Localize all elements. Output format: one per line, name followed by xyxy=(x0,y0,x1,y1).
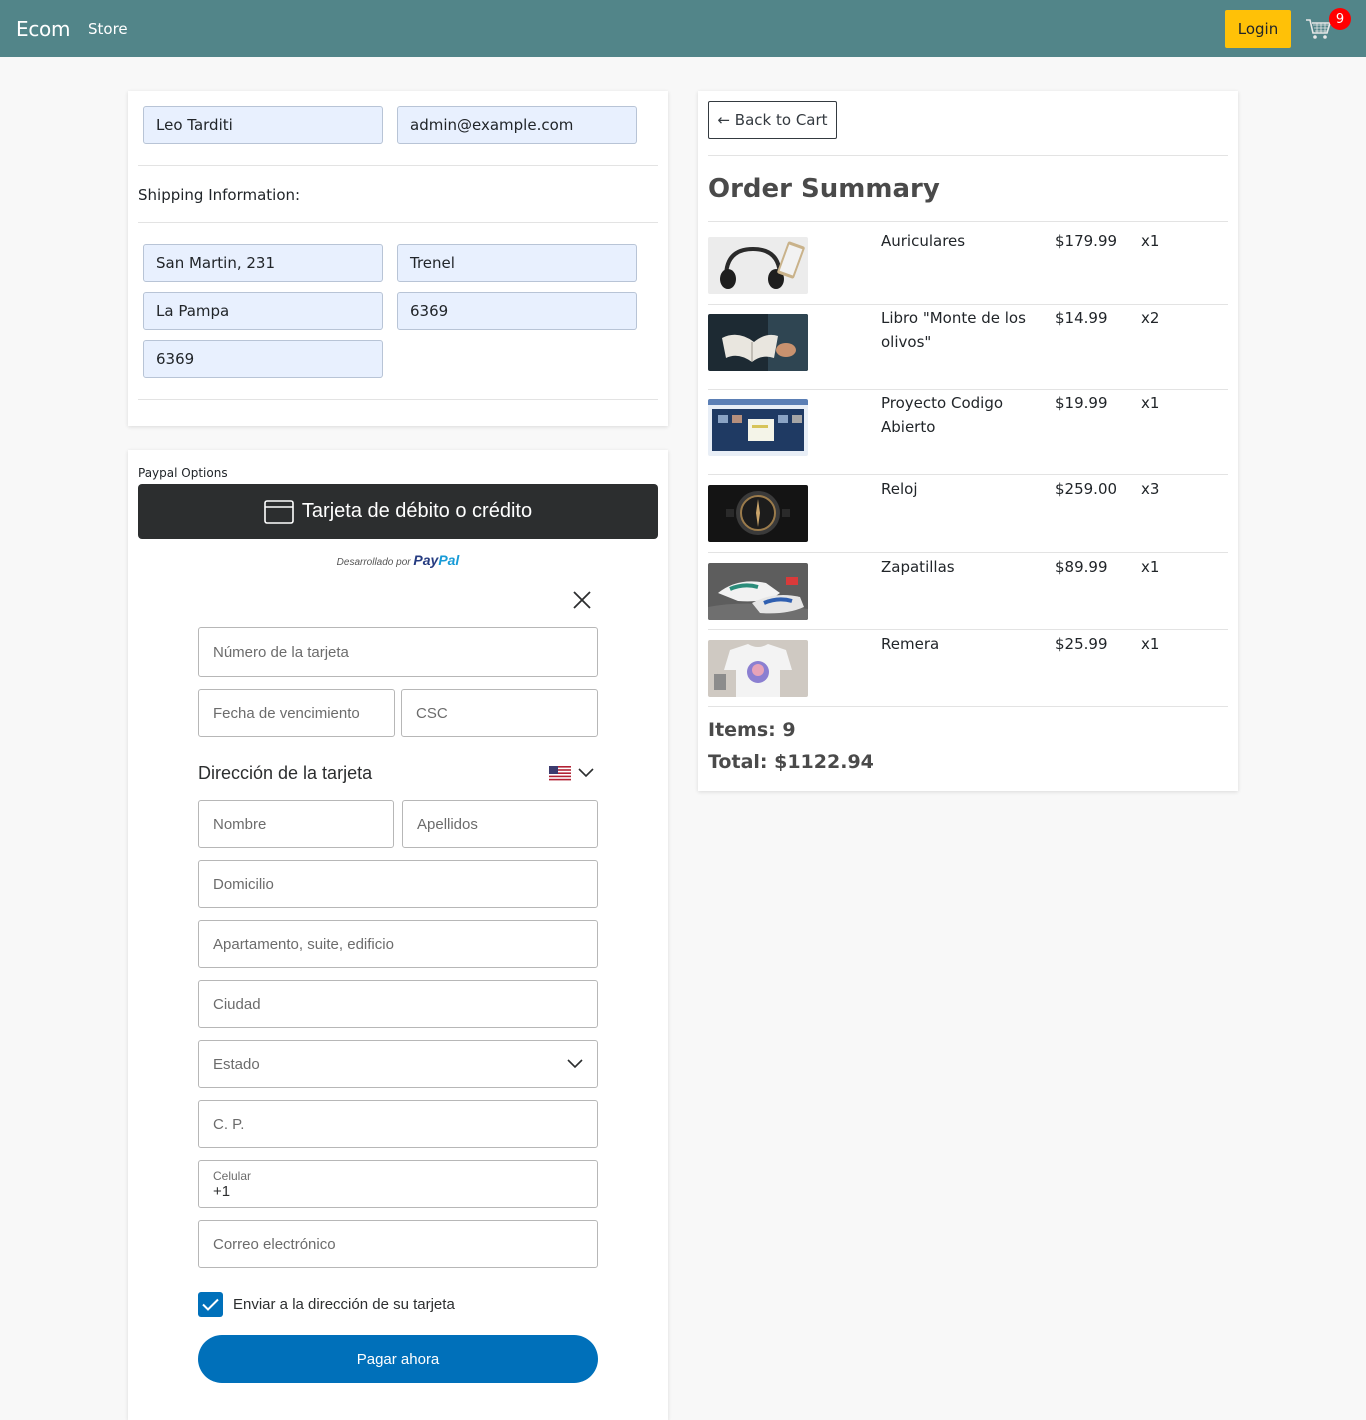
credit-card-icon xyxy=(264,499,294,524)
order-summary-title: Order Summary xyxy=(708,174,940,204)
paypal-options-label: Paypal Options xyxy=(138,466,228,480)
street-address-input[interactable]: Domicilio xyxy=(198,860,598,908)
paypal-card: Paypal Options Tarjeta de débito o crédi… xyxy=(128,450,668,1420)
back-to-cart-button[interactable]: ← Back to Cart xyxy=(708,101,837,139)
item-quantity: x3 xyxy=(1141,480,1160,498)
nav-store-link[interactable]: Store xyxy=(88,20,128,38)
shipping-info-label: Shipping Information: xyxy=(138,186,301,204)
first-name-input[interactable]: Nombre xyxy=(198,800,394,848)
ship-to-card-checkbox[interactable] xyxy=(198,1292,223,1317)
phone-value: +1 xyxy=(213,1183,231,1200)
powered-by-text: Desarrollado por xyxy=(336,557,411,568)
debit-credit-card-button[interactable]: Tarjeta de débito o crédito xyxy=(138,484,658,539)
chevron-down-icon xyxy=(567,1059,583,1069)
item-quantity: x1 xyxy=(1141,635,1160,653)
city-field[interactable]: Trenel xyxy=(397,244,637,282)
expiry-input[interactable]: Fecha de vencimiento xyxy=(198,689,395,737)
divider xyxy=(138,399,658,400)
csc-input[interactable]: CSC xyxy=(401,689,598,737)
list-item: Reloj $259.00 x3 xyxy=(708,480,1228,545)
card-button-label: Tarjeta de débito o crédito xyxy=(301,500,533,522)
list-item: Remera $25.99 x1 xyxy=(708,635,1228,700)
name-field[interactable]: Leo Tarditi xyxy=(143,106,383,144)
list-item: Auriculares $179.99 x1 xyxy=(708,232,1228,297)
item-quantity: x1 xyxy=(1141,232,1160,250)
item-price: $25.99 xyxy=(1055,635,1108,653)
item-name: Proyecto Codigo Abierto xyxy=(881,394,1004,436)
divider xyxy=(708,629,1228,630)
postal-code-input[interactable]: C. P. xyxy=(198,1100,598,1148)
divider xyxy=(708,304,1228,305)
item-price: $89.99 xyxy=(1055,558,1108,576)
country-field[interactable]: 6369 xyxy=(143,340,383,378)
sneakers-image xyxy=(708,563,808,620)
divider xyxy=(708,706,1228,707)
powered-by-paypal: Desarrollado por PayPal xyxy=(128,552,668,568)
email-input[interactable]: Correo electrónico xyxy=(198,1220,598,1268)
phone-label: Celular xyxy=(213,1169,252,1183)
headphones-image xyxy=(708,237,808,294)
state-select[interactable]: Estado xyxy=(198,1040,598,1088)
divider xyxy=(708,389,1228,390)
login-button[interactable]: Login xyxy=(1225,10,1291,48)
apartment-input[interactable]: Apartamento, suite, edificio xyxy=(198,920,598,968)
divider xyxy=(708,155,1228,156)
brand-link[interactable]: Ecom xyxy=(16,17,70,41)
checkmark-icon xyxy=(202,1298,219,1311)
address-field[interactable]: San Martin, 231 xyxy=(143,244,383,282)
item-name: Zapatillas xyxy=(881,558,955,576)
navbar: Ecom Store Login 9 xyxy=(0,0,1366,57)
book-image xyxy=(708,314,808,371)
order-summary-card: ← Back to Cart Order Summary Auriculares… xyxy=(698,91,1238,791)
email-field[interactable]: admin@example.com xyxy=(397,106,637,144)
item-price: $14.99 xyxy=(1055,309,1108,327)
divider xyxy=(138,222,658,223)
state-field[interactable]: La Pampa xyxy=(143,292,383,330)
cart-count-badge: 9 xyxy=(1329,8,1351,30)
zipcode-field[interactable]: 6369 xyxy=(397,292,637,330)
close-icon[interactable] xyxy=(572,590,592,610)
items-count: Items: 9 xyxy=(708,719,796,741)
last-name-input[interactable]: Apellidos xyxy=(402,800,598,848)
user-info-card: Leo Tarditi admin@example.com Shipping I… xyxy=(128,91,668,426)
divider xyxy=(138,165,658,166)
cart-icon[interactable] xyxy=(1305,18,1331,40)
paypal-logo-pay: Pay xyxy=(413,552,439,568)
pay-now-button[interactable]: Pagar ahora xyxy=(198,1335,598,1383)
ship-to-card-label: Enviar a la dirección de su tarjeta xyxy=(233,1296,455,1313)
paypal-logo: PayPal xyxy=(413,552,459,568)
state-select-value: Estado xyxy=(213,1055,260,1073)
watch-image xyxy=(708,485,808,542)
item-name: Reloj xyxy=(881,480,918,498)
divider xyxy=(708,474,1228,475)
item-price: $259.00 xyxy=(1055,480,1118,498)
billing-address-title: Dirección de la tarjeta xyxy=(198,763,373,783)
us-flag-icon[interactable] xyxy=(549,766,571,781)
open-source-project-image xyxy=(708,399,808,456)
list-item: Libro "Monte de los olivos" $14.99 x2 xyxy=(708,309,1228,374)
divider xyxy=(708,221,1228,222)
item-name: Auriculares xyxy=(881,232,966,250)
item-name: Libro "Monte de los olivos" xyxy=(881,309,1026,351)
chevron-down-icon[interactable] xyxy=(578,768,594,778)
tshirt-image xyxy=(708,640,808,697)
city-input[interactable]: Ciudad xyxy=(198,980,598,1028)
paypal-logo-pal: Pal xyxy=(438,552,460,568)
item-price: $179.99 xyxy=(1055,232,1118,250)
phone-input[interactable]: Celular +1 xyxy=(198,1160,598,1208)
order-total: Total: $1122.94 xyxy=(708,751,874,773)
card-number-input[interactable]: Número de la tarjeta xyxy=(198,627,598,677)
item-quantity: x2 xyxy=(1141,309,1160,327)
list-item: Zapatillas $89.99 x1 xyxy=(708,558,1228,623)
list-item: Proyecto Codigo Abierto $19.99 x1 xyxy=(708,394,1228,459)
item-quantity: x1 xyxy=(1141,394,1160,412)
divider xyxy=(708,552,1228,553)
item-name: Remera xyxy=(881,635,940,653)
item-quantity: x1 xyxy=(1141,558,1160,576)
item-price: $19.99 xyxy=(1055,394,1108,412)
